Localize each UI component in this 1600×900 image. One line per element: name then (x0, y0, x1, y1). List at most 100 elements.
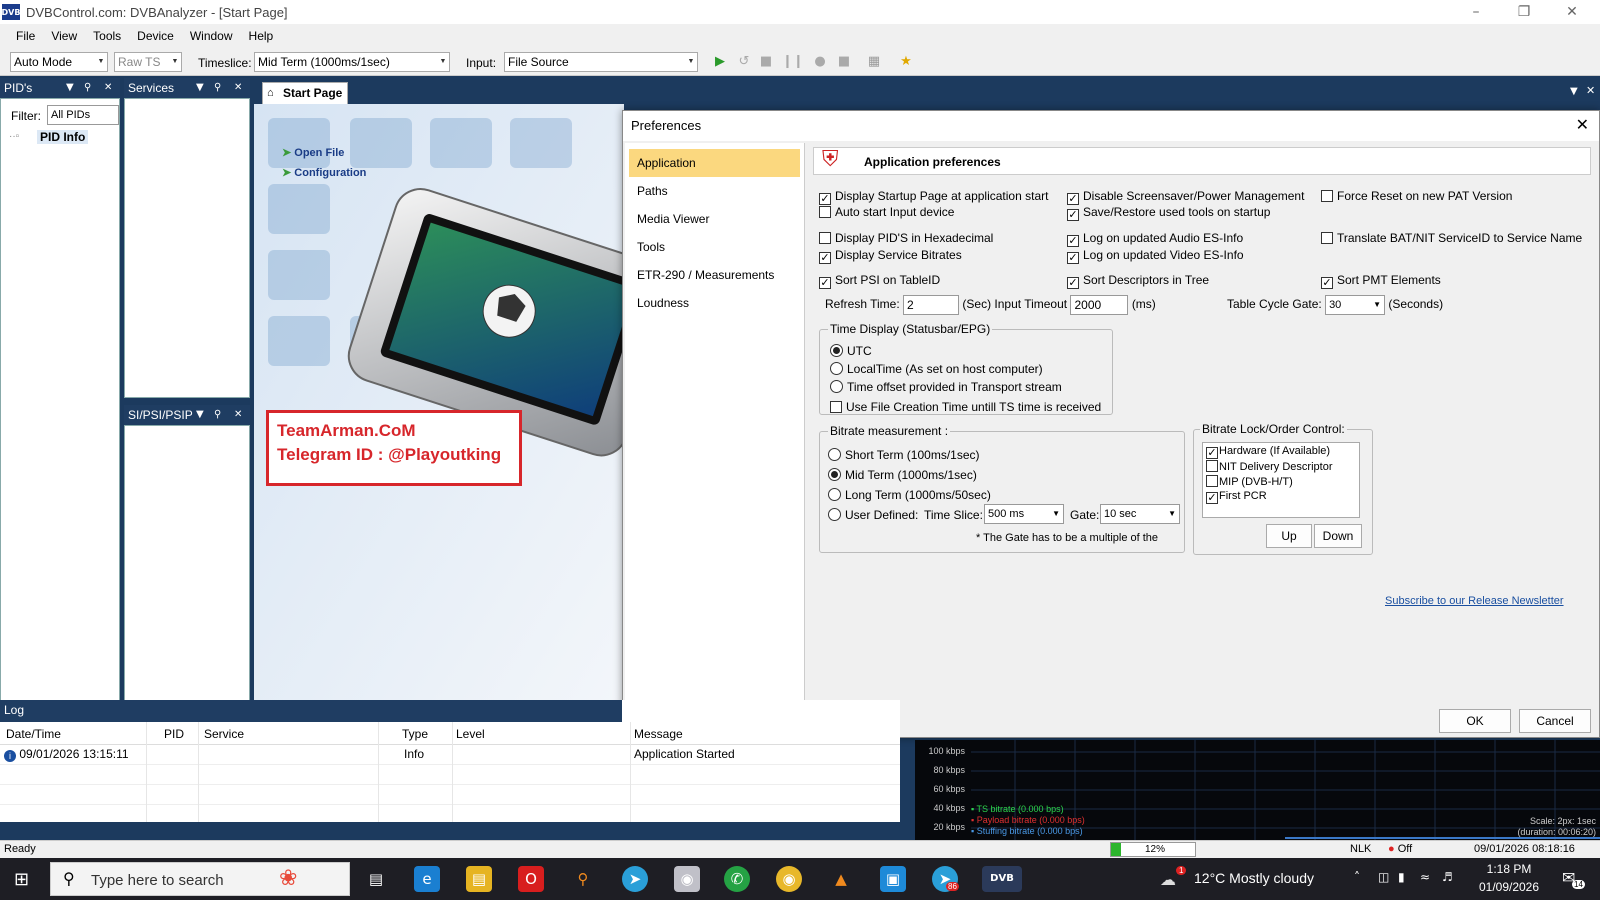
sort-pmt-checkbox[interactable]: ✓ Sort PMT Elements (1321, 273, 1441, 289)
tab-start-page[interactable]: ⌂ Start Page (262, 82, 348, 104)
lock-item-mip[interactable]: MIP (DVB-H/T) (1206, 475, 1356, 490)
translate-bat-checkbox[interactable]: Translate BAT/NIT ServiceID to Service N… (1321, 231, 1582, 245)
weather-cloud-icon[interactable]: ☁ (1160, 870, 1176, 889)
weather-text[interactable]: 12°C Mostly cloudy (1194, 870, 1314, 886)
chevron-up-icon[interactable]: ˄ (1354, 870, 1360, 884)
chrome-icon[interactable]: ◉ (776, 866, 802, 892)
menu-help[interactable]: Help (241, 29, 282, 43)
open-file-link[interactable]: ➤ Open File (282, 146, 344, 159)
lock-item-first-pcr[interactable]: ✓ First PCR (1206, 490, 1356, 505)
stop-icon[interactable]: ■ (758, 54, 774, 70)
app-icon[interactable]: ◉ (674, 866, 700, 892)
gate-select[interactable]: 10 sec ▼ (1100, 504, 1180, 524)
col-service[interactable]: Service (204, 727, 244, 741)
tab-list-icon[interactable]: ▼ (1570, 86, 1578, 97)
nav-application[interactable]: Application (629, 149, 800, 177)
force-reset-checkbox[interactable]: Force Reset on new PAT Version (1321, 189, 1512, 203)
clock-date[interactable]: 01/09/2026 (1474, 880, 1544, 894)
close-icon[interactable]: ✕ (1576, 115, 1589, 134)
display-startup-checkbox[interactable]: ✓ Display Startup Page at application sta… (819, 189, 1048, 205)
rss-icon[interactable]: ▦ (866, 54, 882, 70)
log-video-checkbox[interactable]: ✓ Log on updated Video ES-Info (1067, 248, 1244, 264)
menu-device[interactable]: Device (129, 29, 182, 43)
utc-radio[interactable]: UTC (830, 344, 872, 358)
pin-icon[interactable]: ⚲ (214, 405, 221, 425)
nav-loudness[interactable]: Loudness (629, 289, 800, 317)
clock-time[interactable]: 1:18 PM (1474, 862, 1544, 876)
record-icon[interactable]: ● (812, 54, 828, 70)
file-explorer-icon[interactable]: ▤ (466, 866, 492, 892)
taskbar-search[interactable]: ⚲ Type here to search ❀ (50, 862, 350, 896)
restore-button[interactable]: ❐ (1500, 0, 1548, 24)
nav-tools[interactable]: Tools (629, 233, 800, 261)
panel-dropdown-icon[interactable]: ▼ (66, 78, 74, 98)
record-stop-icon[interactable]: ■ (836, 54, 852, 70)
col-level[interactable]: Level (456, 727, 485, 741)
menu-tools[interactable]: Tools (85, 29, 129, 43)
sort-desc-checkbox[interactable]: ✓ Sort Descriptors in Tree (1067, 273, 1209, 289)
menu-file[interactable]: File (8, 29, 43, 43)
dvb-analyzer-icon[interactable]: DVB (982, 866, 1022, 892)
nav-etr290[interactable]: ETR-290 / Measurements (629, 261, 800, 289)
mode-select[interactable]: Auto Mode ▼ (10, 52, 108, 72)
table-row[interactable]: i 09/01/2026 13:15:11 (4, 747, 129, 762)
long-term-radio[interactable]: Long Term (1000ms/50sec) (828, 488, 991, 502)
nav-media-viewer[interactable]: Media Viewer (629, 205, 800, 233)
lock-item-nit[interactable]: NIT Delivery Descriptor (1206, 460, 1356, 475)
sort-psi-checkbox[interactable]: ✓ Sort PSI on TableID (819, 273, 940, 289)
pid-hex-checkbox[interactable]: Display PID'S in Hexadecimal (819, 231, 993, 245)
battery-icon[interactable]: ▮ (1398, 870, 1405, 884)
search-app-icon[interactable]: ⚲ (570, 866, 596, 892)
cancel-button[interactable]: Cancel (1519, 709, 1591, 733)
close-icon[interactable]: ✕ (234, 405, 242, 425)
close-document-icon[interactable]: ✕ (1586, 84, 1595, 97)
configuration-link[interactable]: ➤ Configuration (282, 166, 366, 179)
refresh-input[interactable]: 2 (903, 295, 960, 315)
user-defined-radio[interactable]: User Defined: (828, 508, 918, 522)
whatsapp-icon[interactable]: ✆ (724, 866, 750, 892)
panel-dropdown-icon[interactable]: ▼ (196, 405, 204, 425)
device-icon[interactable]: ◫ (1378, 870, 1389, 884)
mid-term-radio[interactable]: Mid Term (1000ms/1sec) (828, 468, 977, 482)
play-icon[interactable]: ▶ (712, 54, 728, 70)
col-message[interactable]: Message (634, 727, 683, 741)
timeslice-select[interactable]: Mid Term (1000ms/1sec) ▼ (254, 52, 450, 72)
edge-icon[interactable]: e (414, 866, 440, 892)
col-type[interactable]: Type (402, 727, 428, 741)
save-restore-checkbox[interactable]: ✓ Save/Restore used tools on startup (1067, 205, 1270, 221)
windows-start-icon[interactable]: ⊞ (14, 869, 29, 890)
down-button[interactable]: Down (1314, 524, 1362, 548)
timeout-input[interactable]: 2000 (1070, 295, 1129, 315)
close-icon[interactable]: ✕ (234, 78, 242, 98)
up-button[interactable]: Up (1266, 524, 1312, 548)
col-pid[interactable]: PID (164, 727, 184, 741)
time-slice-select[interactable]: 500 ms ▼ (984, 504, 1064, 524)
close-icon[interactable]: ✕ (104, 78, 112, 98)
favorite-star-icon[interactable]: ★ (898, 54, 914, 70)
task-view-icon[interactable]: ▤ (363, 866, 389, 892)
menu-window[interactable]: Window (182, 29, 241, 43)
close-button[interactable]: ✕ (1548, 0, 1596, 24)
col-datetime[interactable]: Date/Time (6, 727, 61, 741)
newsletter-link[interactable]: Subscribe to our Release Newsletter (1385, 595, 1564, 607)
file-creation-checkbox[interactable]: Use File Creation Time untill TS time is… (830, 400, 1101, 414)
localtime-radio[interactable]: LocalTime (As set on host computer) (830, 362, 1043, 376)
volume-icon[interactable]: ♬ (1442, 870, 1453, 884)
nav-paths[interactable]: Paths (629, 177, 800, 205)
wifi-icon[interactable]: ≈ (1420, 870, 1430, 884)
input-select[interactable]: File Source ▼ (504, 52, 698, 72)
log-audio-checkbox[interactable]: ✓ Log on updated Audio ES-Info (1067, 231, 1243, 247)
tree-item-pid-info[interactable]: PID Info (37, 130, 89, 144)
minimize-button[interactable]: – (1452, 0, 1500, 24)
tree-expander-icon[interactable]: ··▫ (9, 131, 19, 142)
ok-button[interactable]: OK (1439, 709, 1511, 733)
vlc-icon[interactable]: ▲ (828, 866, 854, 892)
telegram-icon[interactable]: ➤ (622, 866, 648, 892)
cycle-select[interactable]: 30 ▼ (1325, 295, 1386, 315)
lock-item-hardware[interactable]: ✓ Hardware (If Available) (1206, 445, 1356, 460)
ts-offset-radio[interactable]: Time offset provided in Transport stream (830, 380, 1062, 394)
pause-icon[interactable]: ❙❙ (782, 54, 804, 70)
filter-input[interactable]: All PIDs (47, 105, 119, 125)
service-bitrates-checkbox[interactable]: ✓ Display Service Bitrates (819, 248, 962, 264)
ts-type-select[interactable]: Raw TS ▼ (114, 52, 182, 72)
